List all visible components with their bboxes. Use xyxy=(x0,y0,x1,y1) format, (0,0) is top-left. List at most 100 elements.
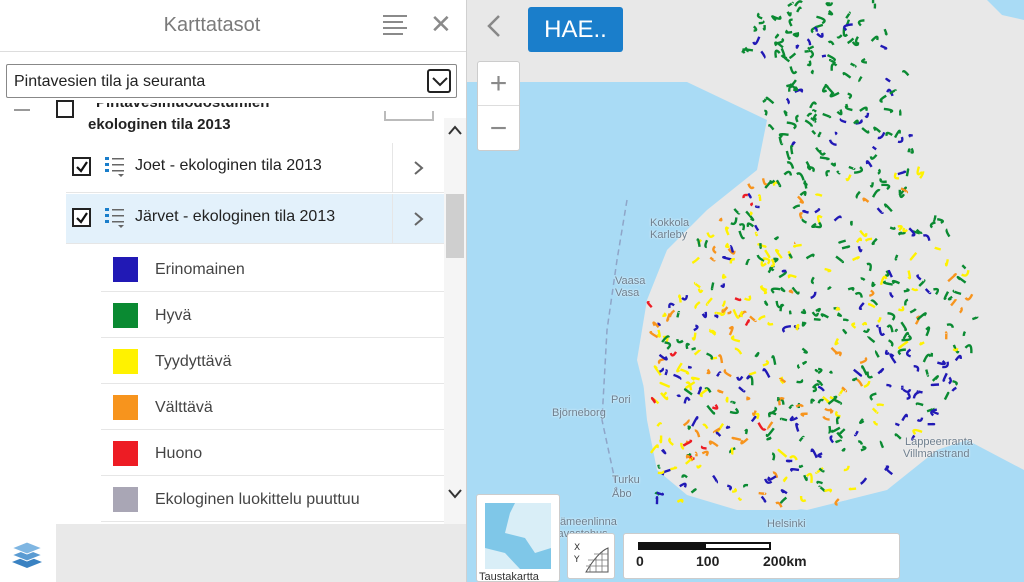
group-title: Pintavesimuodostumien ekologinen tila 20… xyxy=(88,103,269,133)
river-segment xyxy=(907,148,911,153)
river-segment xyxy=(690,376,700,381)
layer-checkbox[interactable] xyxy=(72,208,91,227)
app-root: Kokkola Karleby Vaasa Vasa Pori Björneborg Tur… xyxy=(0,0,1024,582)
river-segment xyxy=(819,156,830,161)
scale-bar-box: 0 100 200km xyxy=(623,533,900,579)
river-segment xyxy=(815,307,821,313)
river-segment xyxy=(804,49,811,53)
coordinate-tool-button[interactable]: X Y xyxy=(567,533,615,579)
theme-select[interactable]: Pintavesien tila ja seuranta xyxy=(6,64,457,98)
legend-label: Hyvä xyxy=(155,307,192,324)
river-segment xyxy=(790,144,794,155)
river-segment xyxy=(678,294,682,303)
layer-row-jarvet[interactable]: Järvet - ekologinen tila 2013 xyxy=(66,194,444,244)
river-segment xyxy=(766,436,772,441)
river-segment xyxy=(795,44,800,49)
river-segment xyxy=(730,447,734,455)
scale-label-100: 100 xyxy=(696,553,720,569)
river-segment xyxy=(749,211,753,216)
river-segment xyxy=(781,269,787,273)
map-place-label: Åbo xyxy=(612,488,632,500)
river-segment xyxy=(962,331,967,337)
opacity-slider[interactable] xyxy=(384,111,434,121)
collapse-panel-button[interactable] xyxy=(477,6,511,46)
chevron-down-icon[interactable] xyxy=(447,488,463,500)
layer-label: Järvet - ekologinen tila 2013 xyxy=(135,208,336,225)
river-segment xyxy=(889,226,896,230)
river-segment xyxy=(853,119,859,125)
coordinate-grid-icon: X Y xyxy=(573,543,609,573)
legend-item: Huono xyxy=(101,430,444,476)
legend-swatch xyxy=(113,441,138,466)
scale-label-0: 0 xyxy=(636,553,644,569)
collapse-group-icon[interactable] xyxy=(14,109,30,111)
river-segment xyxy=(802,209,809,214)
panel-scrollbar[interactable] xyxy=(444,118,466,524)
river-segment xyxy=(691,347,697,351)
group-checkbox[interactable] xyxy=(56,100,74,118)
background-map-switcher[interactable]: Taustakartta xyxy=(476,494,560,582)
legend-item: Tyydyttävä xyxy=(101,338,444,384)
map-place-label: Villmanstrand xyxy=(903,448,970,460)
map-place-label: Vaasa xyxy=(615,275,646,287)
river-segment xyxy=(908,133,914,138)
river-segment xyxy=(841,447,846,452)
scrollbar-thumb[interactable] xyxy=(446,194,464,258)
layer-label: Joet - ekologinen tila 2013 xyxy=(135,157,322,174)
legend-label: Huono xyxy=(155,445,203,462)
zoom-in-button[interactable]: + xyxy=(478,62,519,106)
legend-item: Hyvä xyxy=(101,292,444,338)
river-segment xyxy=(754,205,760,209)
map-place-label: Turku xyxy=(612,474,640,486)
search-button[interactable]: HAE.. xyxy=(528,7,623,52)
layer-row-joet[interactable]: Joet - ekologinen tila 2013 xyxy=(66,143,444,193)
river-segment xyxy=(876,403,885,407)
svg-text:Y: Y xyxy=(573,555,580,565)
close-icon[interactable]: ✕ xyxy=(430,10,452,38)
river-segment xyxy=(769,179,776,184)
river-segment xyxy=(687,365,692,369)
menu-icon[interactable] xyxy=(383,15,407,35)
river-segment xyxy=(842,318,850,322)
scale-bar xyxy=(638,542,771,550)
legend-label: Ekologinen luokittelu puuttuu xyxy=(155,491,360,508)
legend-list-icon xyxy=(105,157,124,177)
river-segment xyxy=(725,425,731,429)
legend-item: Erinomainen xyxy=(101,246,444,292)
map-place-label: Kokkola xyxy=(650,217,690,229)
layers-icon xyxy=(10,541,44,568)
chevron-right-icon xyxy=(414,212,424,226)
river-segment xyxy=(852,377,858,382)
legend-swatch xyxy=(113,257,138,282)
river-segment xyxy=(801,321,807,327)
river-segment xyxy=(907,270,912,280)
river-segment xyxy=(895,422,900,427)
zoom-out-button[interactable]: − xyxy=(478,107,519,151)
legend-item: Välttävä xyxy=(101,384,444,430)
river-segment xyxy=(725,396,729,403)
layer-details-button[interactable] xyxy=(392,143,444,193)
legend-item: Ekologinen luokittelu puuttuu xyxy=(101,476,444,522)
river-segment xyxy=(816,480,823,485)
layer-details-button[interactable] xyxy=(392,194,444,244)
theme-select-value: Pintavesien tila ja seuranta xyxy=(14,73,206,90)
river-segment xyxy=(919,341,925,346)
river-segment xyxy=(848,487,857,491)
layer-tree: Pintavesimuodostumien ekologinen tila 20… xyxy=(0,100,466,524)
chevron-down-icon xyxy=(427,69,451,93)
river-segment xyxy=(798,464,804,468)
river-segment xyxy=(773,236,779,241)
river-segment xyxy=(814,368,819,373)
river-segment xyxy=(744,428,748,435)
layer-checkbox[interactable] xyxy=(72,157,91,176)
river-segment xyxy=(911,287,919,292)
legend-label: Tyydyttävä xyxy=(155,353,232,370)
river-segment xyxy=(746,396,751,401)
river-segment xyxy=(795,323,800,331)
map-place-label: Björneborg xyxy=(552,407,606,419)
layers-button[interactable] xyxy=(0,524,56,582)
zoom-control: + − xyxy=(477,61,520,151)
river-segment xyxy=(876,324,879,328)
river-segment xyxy=(883,28,888,36)
chevron-up-icon[interactable] xyxy=(447,124,463,136)
